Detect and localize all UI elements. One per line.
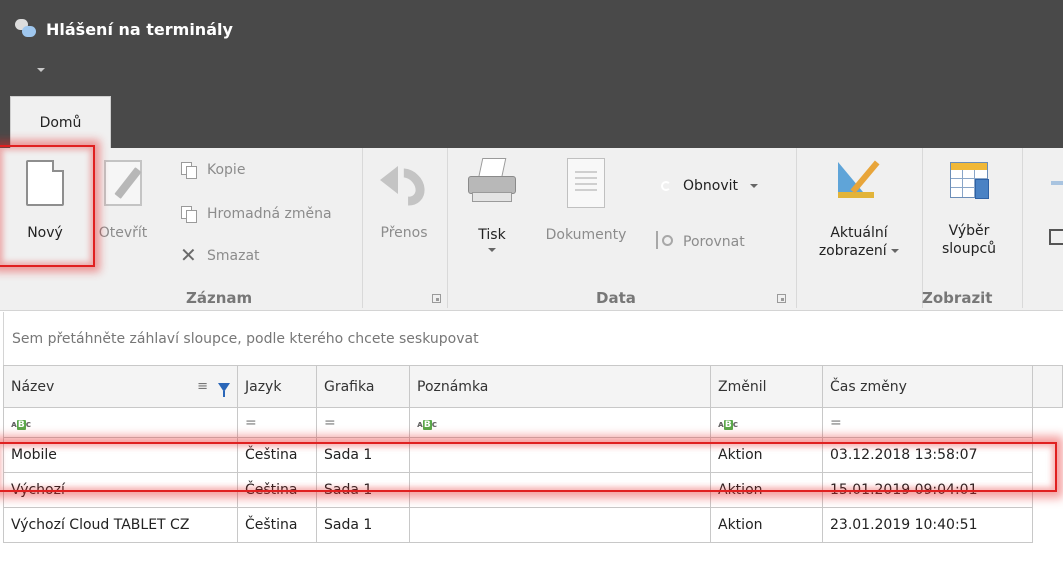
bulk-edit-icon <box>180 204 202 224</box>
column-chooser-icon <box>950 162 989 199</box>
column-header-poznamka-label: Poznámka <box>417 378 489 395</box>
current-view-button[interactable]: Aktuální zobrazení <box>804 158 914 260</box>
documents-button[interactable]: Dokumenty <box>538 158 634 244</box>
filter-active-icon[interactable] <box>218 382 230 397</box>
printer-icon <box>466 158 518 204</box>
bulk-edit-button[interactable]: Hromadná změna <box>180 204 332 224</box>
group-label-zaznam: Záznam <box>186 289 253 307</box>
column-header-cas-zmeny[interactable]: Čas změny <box>822 365 1033 408</box>
filter-cell-zmenil[interactable]: ᴀBᴄ <box>710 407 823 438</box>
ribbon: Nový Otevřít Kopie Hromadná změna ✕ Smaz… <box>0 148 1063 311</box>
compare-button[interactable]: Porovnat <box>656 231 745 252</box>
filter-cell-grafika[interactable]: = <box>316 407 410 438</box>
text-filter-icon: ᴀBᴄ <box>11 419 32 430</box>
quick-access-dropdown-icon[interactable] <box>37 68 45 72</box>
group-label-zobrazit: Zobrazit <box>922 289 993 307</box>
group-launcher-data-icon[interactable] <box>777 294 786 303</box>
column-chooser-label-1: Výběr <box>948 223 990 239</box>
table-row[interactable]: Výchozí Cloud TABLET CZ Čeština Sada 1 A… <box>3 507 1033 543</box>
group-by-panel[interactable]: Sem přetáhněte záhlaví sloupce, podle kt… <box>3 312 1063 365</box>
equals-filter-icon: = <box>324 414 336 431</box>
app-title: Hlášení na terminály <box>46 19 233 39</box>
group-separator <box>796 148 797 308</box>
group-separator <box>447 148 448 308</box>
filter-cell-cas-zmeny[interactable]: = <box>822 407 1033 438</box>
open-button-label: Otevřít <box>98 225 148 241</box>
copy-button-label: Kopie <box>207 162 246 178</box>
edit-document-icon <box>104 160 142 206</box>
cell-cas-zmeny[interactable]: 23.01.2019 10:40:51 <box>822 507 1033 543</box>
text-filter-icon: ᴀBᴄ <box>718 419 739 430</box>
sort-icon[interactable]: ≡ <box>197 379 208 394</box>
group-launcher-zaznam-icon[interactable] <box>432 294 441 303</box>
column-header-jazyk-label: Jazyk <box>245 378 282 395</box>
cut-off-ribbon-icon[interactable] <box>1051 181 1063 185</box>
title-row: Hlášení na terminály <box>14 14 233 44</box>
cell-zmenil[interactable]: Aktion <box>710 507 823 543</box>
transfer-button-label: Přenos <box>380 225 428 241</box>
print-button-label: Tisk <box>478 227 506 243</box>
chat-bubbles-icon <box>14 17 38 41</box>
group-separator <box>1022 148 1023 308</box>
auto-filter-row: ᴀBᴄ = = ᴀBᴄ ᴀBᴄ = <box>3 407 1033 438</box>
group-by-hint: Sem přetáhněte záhlaví sloupce, podle kt… <box>12 330 479 347</box>
refresh-button[interactable]: Obnovit <box>656 176 759 196</box>
current-view-dropdown-icon[interactable] <box>891 249 900 253</box>
highlight-mobile-row <box>0 442 1057 492</box>
cell-jazyk[interactable]: Čeština <box>237 507 317 543</box>
print-dropdown-icon[interactable] <box>488 248 496 252</box>
current-view-label-1: Aktuální <box>830 225 888 241</box>
delete-x-icon: ✕ <box>180 243 197 267</box>
delete-button[interactable]: ✕ Smazat <box>180 243 260 267</box>
open-button[interactable]: Otevřít <box>92 160 154 242</box>
column-chooser-button[interactable]: Výběr sloupců <box>928 162 1010 258</box>
bulk-edit-button-label: Hromadná změna <box>207 206 332 222</box>
column-header-zmenil-label: Změnil <box>718 378 767 395</box>
filter-cell-poznamka[interactable]: ᴀBᴄ <box>409 407 711 438</box>
filter-cell-nazev[interactable]: ᴀBᴄ <box>3 407 238 438</box>
column-header-grafika-label: Grafika <box>324 378 375 395</box>
copy-button[interactable]: Kopie <box>180 160 245 180</box>
documents-icon <box>567 158 605 208</box>
view-design-icon <box>836 158 882 204</box>
cell-poznamka[interactable] <box>409 507 711 543</box>
column-chooser-label-2: sloupců <box>941 241 997 257</box>
tab-domu-label: Domů <box>39 115 82 131</box>
title-bar: Hlášení na terminály <box>0 0 1063 148</box>
column-header-zmenil[interactable]: Změnil <box>710 365 823 408</box>
group-separator <box>362 148 363 308</box>
grid-header-corner <box>1032 365 1063 408</box>
column-header-poznamka[interactable]: Poznámka <box>409 365 711 408</box>
column-header-cas-zmeny-label: Čas změny <box>830 378 907 395</box>
current-view-label-2: zobrazení <box>818 242 900 260</box>
print-button[interactable]: Tisk <box>456 158 528 252</box>
compare-button-label: Porovnat <box>683 234 745 250</box>
refresh-icon <box>656 176 678 196</box>
grid-header-row: ≡ Název Jazyk Grafika Poznámka Změnil Ča… <box>3 365 1033 408</box>
delete-button-label: Smazat <box>207 248 260 264</box>
refresh-dropdown-icon[interactable] <box>750 184 759 188</box>
documents-button-label: Dokumenty <box>545 227 627 243</box>
filter-cell-jazyk[interactable]: = <box>237 407 317 438</box>
cell-grafika[interactable]: Sada 1 <box>316 507 410 543</box>
cell-nazev[interactable]: Výchozí Cloud TABLET CZ <box>3 507 238 543</box>
refresh-button-label: Obnovit <box>683 178 739 194</box>
cut-off-ribbon-icon-2[interactable] <box>1049 229 1063 245</box>
group-separator <box>922 148 923 308</box>
column-header-nazev[interactable]: ≡ Název <box>3 365 238 408</box>
column-header-jazyk[interactable]: Jazyk <box>237 365 317 408</box>
highlight-new-button <box>0 145 95 267</box>
copy-icon <box>180 160 202 180</box>
tab-domu[interactable]: Domů <box>10 96 111 149</box>
transfer-button[interactable]: Přenos <box>368 160 440 242</box>
text-filter-icon: ᴀBᴄ <box>417 419 438 430</box>
compare-icon <box>656 231 678 252</box>
undo-arrow-icon <box>374 160 434 214</box>
current-view-label-2-text: zobrazení <box>818 243 887 259</box>
column-header-nazev-label: Název <box>11 378 55 395</box>
equals-filter-icon: = <box>830 414 842 431</box>
column-header-grafika[interactable]: Grafika <box>316 365 410 408</box>
equals-filter-icon: = <box>245 414 257 431</box>
group-label-data: Data <box>596 289 636 307</box>
